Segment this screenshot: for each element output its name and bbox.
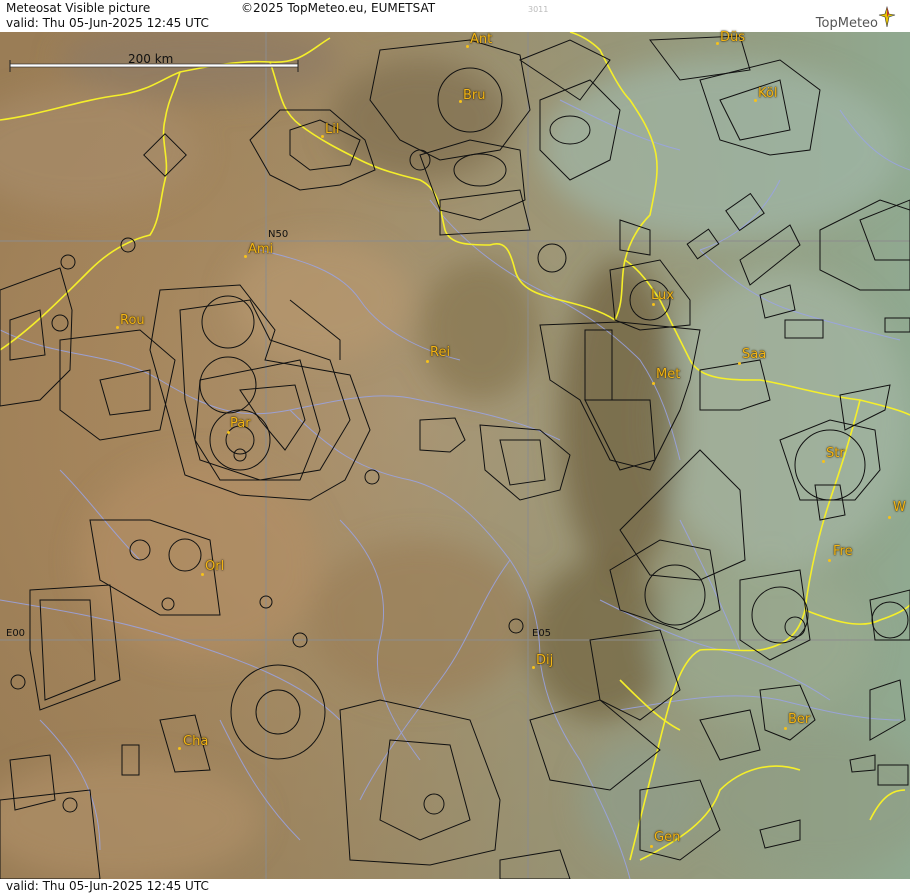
image-code: 3011 bbox=[528, 5, 549, 14]
city-orl[interactable]: Orl bbox=[205, 559, 224, 574]
city-gen[interactable]: Gen bbox=[654, 830, 680, 845]
satellite-map[interactable]: N50 E00 E05 200 km Ant Düs Bru Köl Lil A… bbox=[0, 30, 910, 879]
grid-label-e05: E05 bbox=[532, 628, 552, 639]
city-dot bbox=[532, 666, 535, 669]
city-dot bbox=[888, 516, 891, 519]
grid-label-n50: N50 bbox=[268, 229, 289, 240]
copyright: ©2025 TopMeteo.eu, EUMETSAT bbox=[241, 1, 436, 15]
logo-text: TopMeteo bbox=[815, 16, 878, 31]
scale-label: 200 km bbox=[128, 52, 174, 66]
header-bar: Meteosat Visible picture valid: Thu 05-J… bbox=[0, 0, 910, 32]
city-dot bbox=[227, 431, 230, 434]
city-dot bbox=[321, 135, 324, 138]
footer-bar: valid: Thu 05-Jun-2025 12:45 UTC bbox=[0, 879, 910, 893]
city-lil[interactable]: Lil bbox=[325, 122, 339, 137]
city-dij[interactable]: Dij bbox=[536, 653, 553, 668]
grid-label-e00: E00 bbox=[6, 628, 26, 639]
city-dot bbox=[738, 362, 741, 365]
city-met[interactable]: Met bbox=[656, 367, 680, 382]
city-cha[interactable]: Cha bbox=[183, 734, 208, 749]
city-bru[interactable]: Bru bbox=[463, 88, 486, 103]
city-lux[interactable]: Lux bbox=[651, 288, 674, 303]
city-ami[interactable]: Ami bbox=[248, 242, 273, 257]
city-rou[interactable]: Rou bbox=[120, 313, 145, 328]
valid-time-top: valid: Thu 05-Jun-2025 12:45 UTC bbox=[6, 16, 209, 30]
city-dot bbox=[652, 382, 655, 385]
city-kol[interactable]: Köl bbox=[758, 86, 777, 101]
city-dot bbox=[466, 45, 469, 48]
city-dot bbox=[116, 326, 119, 329]
logo-star-icon bbox=[878, 6, 896, 28]
city-dot bbox=[650, 845, 653, 848]
city-dot bbox=[201, 573, 204, 576]
city-dot bbox=[828, 559, 831, 562]
city-str[interactable]: Str bbox=[826, 446, 845, 461]
city-saa[interactable]: Saa bbox=[742, 347, 766, 362]
city-dot bbox=[716, 42, 719, 45]
city-ant[interactable]: Ant bbox=[470, 32, 492, 47]
city-dot bbox=[652, 303, 655, 306]
valid-time-bottom: valid: Thu 05-Jun-2025 12:45 UTC bbox=[6, 879, 209, 893]
city-dot bbox=[426, 360, 429, 363]
city-dot bbox=[822, 460, 825, 463]
city-par[interactable]: Par bbox=[230, 416, 251, 431]
map-canvas bbox=[0, 32, 910, 879]
city-fre[interactable]: Fre bbox=[833, 544, 853, 559]
city-dot bbox=[459, 100, 462, 103]
city-dot bbox=[244, 255, 247, 258]
city-dot bbox=[754, 99, 757, 102]
city-dot bbox=[784, 727, 787, 730]
map-frame: Meteosat Visible picture valid: Thu 05-J… bbox=[0, 0, 910, 893]
map-title: Meteosat Visible picture bbox=[6, 1, 151, 15]
city-ber[interactable]: Ber bbox=[788, 712, 810, 727]
city-dot bbox=[178, 747, 181, 750]
city-dus[interactable]: Düs bbox=[720, 30, 745, 45]
city-rei[interactable]: Rei bbox=[430, 345, 450, 360]
city-w[interactable]: W bbox=[893, 500, 906, 515]
